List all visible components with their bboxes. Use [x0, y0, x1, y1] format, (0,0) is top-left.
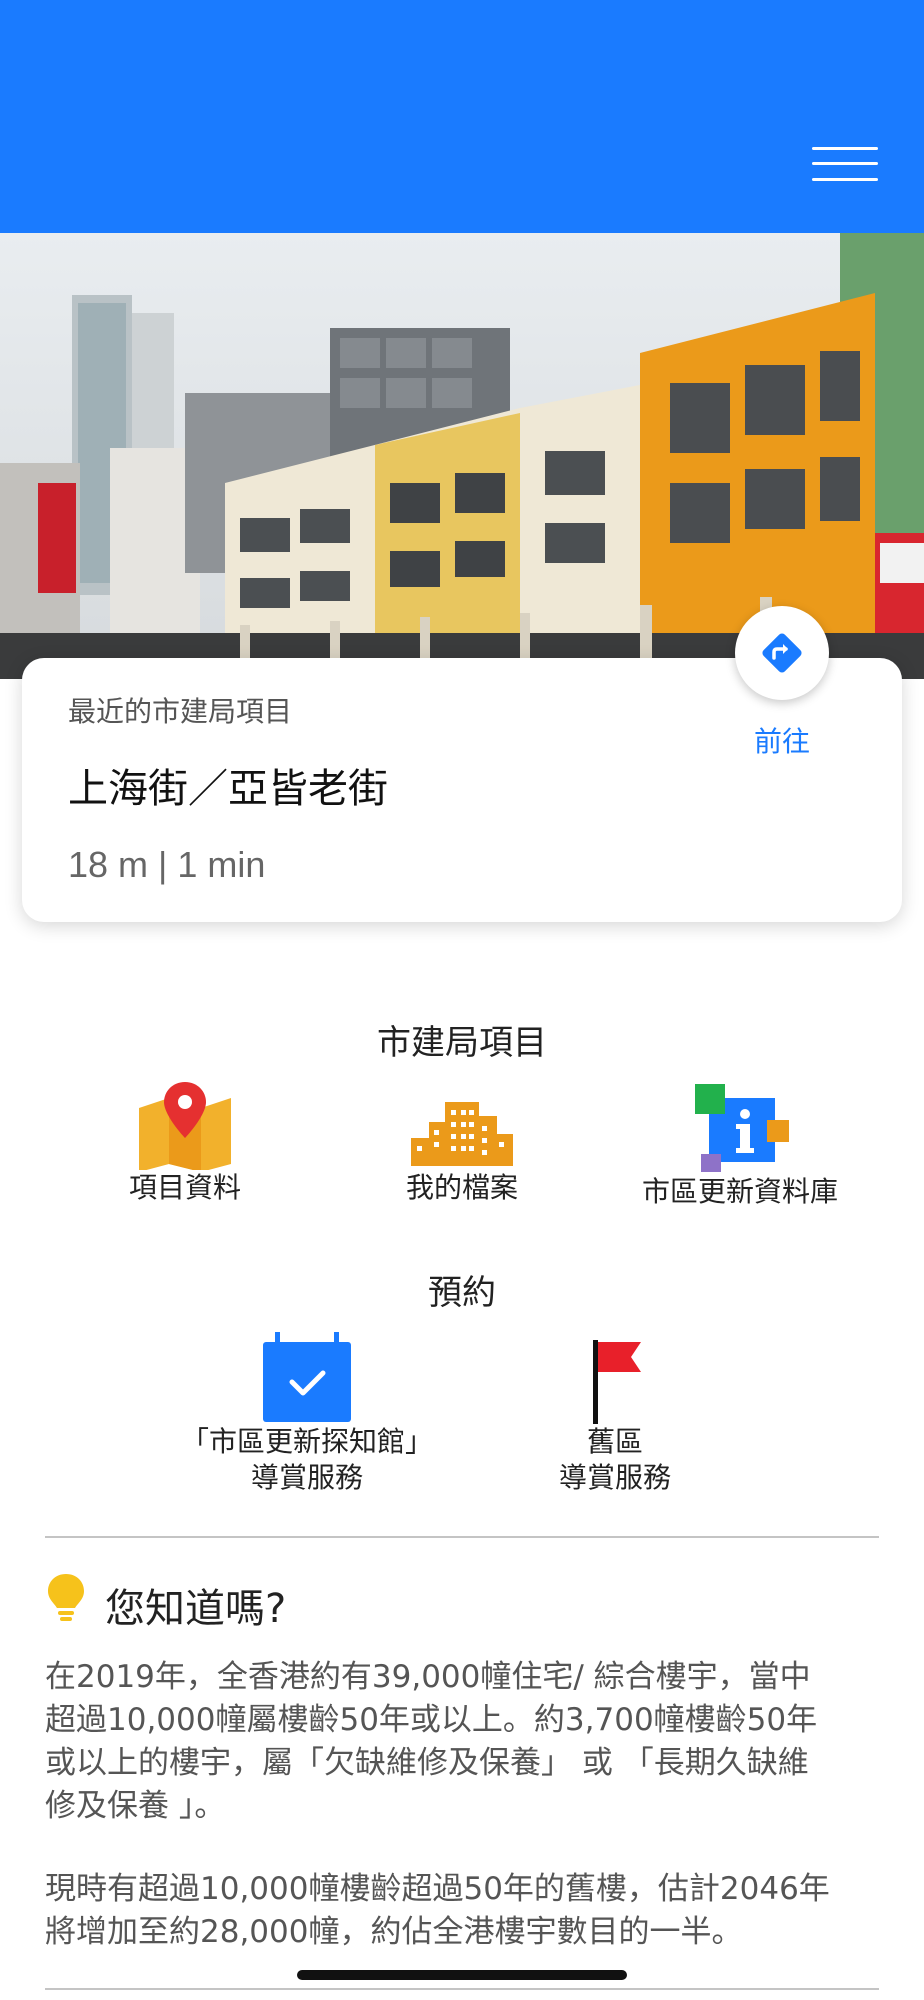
- flag-icon: [593, 1340, 641, 1424]
- hamburger-menu-icon[interactable]: [806, 143, 880, 189]
- section-title-projects: 市建局項目: [377, 1023, 547, 1063]
- tile-label-line2: 導賞服務: [250, 1461, 363, 1494]
- tile-project-info[interactable]: 項目資料: [85, 1080, 285, 1206]
- section-title-booking: 預約: [428, 1273, 496, 1313]
- tile-my-records[interactable]: 我的檔案: [362, 1080, 562, 1206]
- tile-discovery-centre-tour[interactable]: 「市區更新探知館」 導賞服務: [162, 1330, 452, 1496]
- top-app-bar: [0, 0, 924, 233]
- tile-label: 項目資料: [128, 1171, 241, 1204]
- buildings-icon: [411, 1102, 513, 1166]
- home-indicator[interactable]: [297, 1970, 627, 1980]
- info-database-icon: [695, 1084, 789, 1172]
- calendar-check-icon: [263, 1332, 351, 1422]
- fact-line: 將增加至約28,000幢，約佔全港樓宇數目的一半。: [45, 1914, 743, 1950]
- tile-old-district-tour[interactable]: 舊區 導賞服務: [515, 1330, 715, 1496]
- directions-label[interactable]: 前往: [710, 720, 854, 760]
- tile-label-line1: 「市區更新探知館」: [180, 1425, 433, 1458]
- divider: [45, 1536, 879, 1538]
- divider-bottom: [45, 1988, 879, 1990]
- fact-line: 修及保養 」。: [45, 1788, 226, 1824]
- distance-time: 18 m | 1 min: [68, 844, 266, 885]
- map-pin-icon: [139, 1082, 231, 1170]
- did-you-know-title: 您知道嗎?: [105, 1586, 287, 1632]
- fact-line: 超過10,000幢屬樓齡50年或以上。約3,700幢樓齡50年: [45, 1702, 818, 1738]
- fact-line: 或以上的樓宇，屬「欠缺維修及保養」 或 「長期久缺維: [45, 1745, 809, 1781]
- fact-paragraph-2: 現時有超過10,000幢樓齡超過50年的舊樓，估計2046年 將增加至約28,0…: [45, 1868, 885, 1954]
- project-name: 上海街／亞皆老街: [68, 766, 388, 812]
- tile-urban-renewal-database[interactable]: 市區更新資料庫: [630, 1080, 850, 1210]
- tile-label-line2: 導賞服務: [558, 1461, 671, 1494]
- fact-line: 在2019年，全香港約有39,000幢住宅/ 綜合樓宇，當中: [45, 1659, 811, 1695]
- card-subtitle: 最近的市建局項目: [68, 695, 293, 728]
- nearest-project-card[interactable]: 最近的市建局項目 上海街／亞皆老街 18 m | 1 min 前往: [22, 606, 902, 922]
- directions-icon: [762, 633, 802, 673]
- fact-line: 現時有超過10,000幢樓齡超過50年的舊樓，估計2046年: [45, 1871, 830, 1907]
- tile-label: 我的檔案: [405, 1171, 518, 1204]
- lightbulb-icon: [48, 1574, 84, 1621]
- fact-paragraph-1: 在2019年，全香港約有39,000幢住宅/ 綜合樓宇，當中 超過10,000幢…: [45, 1656, 885, 1828]
- tile-label: 市區更新資料庫: [641, 1175, 838, 1208]
- tile-label-line1: 舊區: [586, 1425, 643, 1458]
- directions-button[interactable]: [735, 606, 829, 700]
